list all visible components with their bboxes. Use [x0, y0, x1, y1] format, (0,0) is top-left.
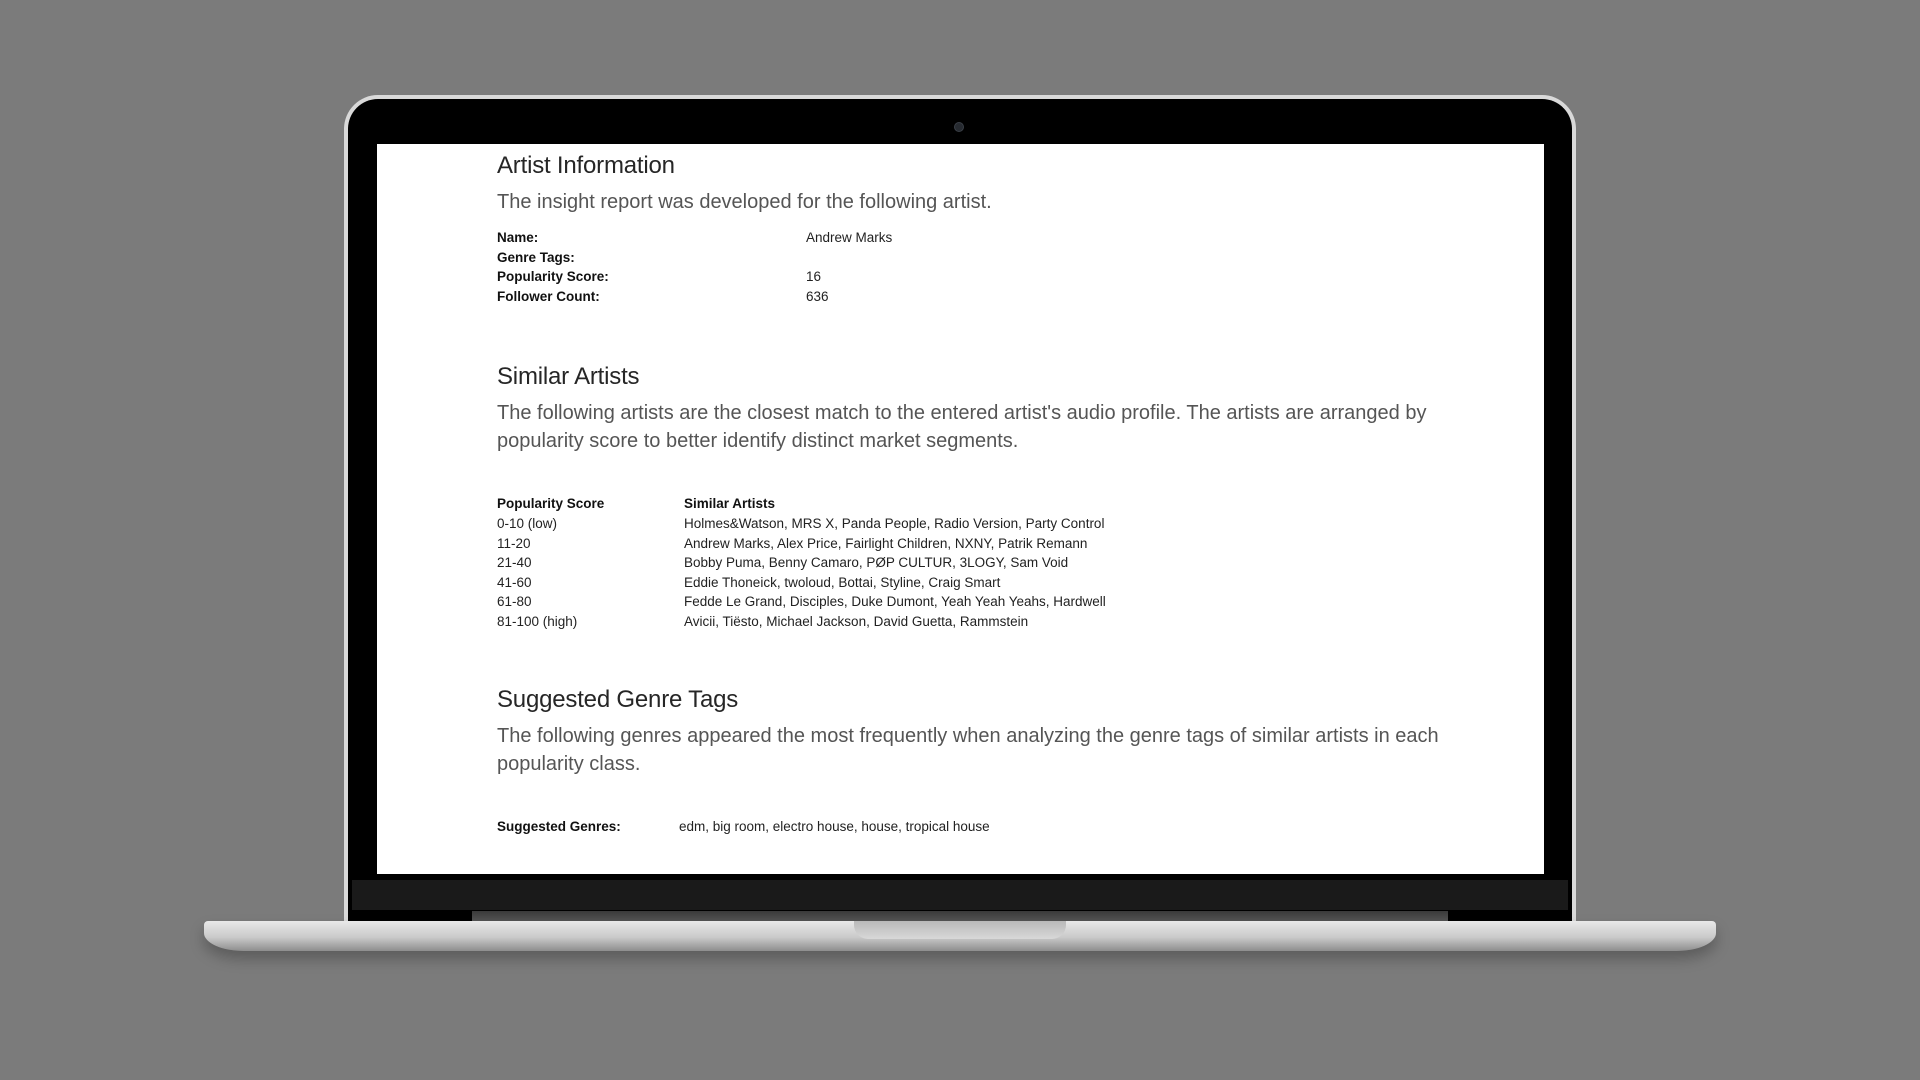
table-row: 21-40 Bobby Puma, Benny Camaro, PØP CULT… [497, 553, 1106, 573]
artist-info-lead: The insight report was developed for the… [497, 191, 992, 213]
genre-tags-lead: The following genres appeared the most f… [497, 724, 1439, 775]
laptop-notch [854, 921, 1066, 939]
report-content: Artist Information The insight report wa… [497, 144, 1457, 836]
similar-artists-lead: The following artists are the closest ma… [497, 402, 1427, 453]
table-row: 81-100 (high) Avicii, Tiësto, Michael Ja… [497, 612, 1106, 632]
artist-list: Holmes&Watson, MRS X, Panda People, Radi… [684, 515, 1105, 531]
field-label: Follower Count: [497, 288, 600, 304]
table-header-row: Popularity Score Similar Artists [497, 494, 1106, 514]
similar-artists-title: Similar Artists [497, 363, 640, 391]
suggested-genres-label: Suggested Genres: [497, 818, 621, 834]
laptop-bezel-bottom [352, 880, 1568, 910]
column-header: Similar Artists [684, 496, 776, 512]
field-row-popularity: Popularity Score: 16 [497, 267, 1457, 287]
table-row: 41-60 Eddie Thoneick, twoloud, Bottai, S… [497, 573, 1106, 593]
field-row-genre-tags: Genre Tags: [497, 248, 1457, 268]
field-value: 636 [806, 288, 829, 304]
artist-info-title: Artist Information [497, 152, 675, 179]
suggested-genres-row: Suggested Genres: edm, big room, electro… [497, 817, 1457, 837]
genre-tags-section: Suggested Genre Tags The following genre… [497, 686, 1457, 837]
popularity-range: 0-10 (low) [497, 515, 558, 531]
table-row: 61-80 Fedde Le Grand, Disciples, Duke Du… [497, 592, 1106, 612]
field-value: Andrew Marks [806, 230, 893, 245]
artist-info-fields: Name: Andrew Marks Genre Tags: Popularit… [497, 228, 1457, 306]
artist-list: Fedde Le Grand, Disciples, Duke Dumont, … [684, 594, 1106, 610]
field-row-followers: Follower Count: 636 [497, 287, 1457, 307]
column-header: Popularity Score [497, 496, 605, 512]
field-label: Name: [497, 230, 539, 245]
table-row: 0-10 (low) Holmes&Watson, MRS X, Panda P… [497, 514, 1106, 534]
genre-tags-title: Suggested Genre Tags [497, 685, 739, 713]
artist-list: Andrew Marks, Alex Price, Fairlight Chil… [684, 535, 1088, 551]
popularity-range: 11-20 [497, 535, 531, 551]
artist-list: Bobby Puma, Benny Camaro, PØP CULTUR, 3L… [684, 555, 1069, 571]
table-row: 11-20 Andrew Marks, Alex Price, Fairligh… [497, 534, 1106, 554]
similar-artists-section: Similar Artists The following artists ar… [497, 363, 1457, 631]
camera-icon [954, 122, 964, 132]
screen: Artist Information The insight report wa… [377, 144, 1544, 874]
artist-list: Avicii, Tiësto, Michael Jackson, David G… [684, 613, 1029, 629]
popularity-range: 21-40 [497, 555, 532, 571]
laptop-hinge [472, 911, 1448, 921]
popularity-range: 41-60 [497, 574, 532, 590]
suggested-genres-value: edm, big room, electro house, house, tro… [679, 818, 990, 834]
field-label: Popularity Score: [497, 269, 609, 285]
similar-artists-table: Popularity Score Similar Artists 0-10 (l… [497, 494, 1106, 631]
field-value: 16 [806, 269, 822, 285]
artist-info-section: Artist Information The insight report wa… [497, 152, 1457, 306]
popularity-range: 61-80 [497, 594, 532, 610]
artist-list: Eddie Thoneick, twoloud, Bottai, Styline… [684, 574, 1001, 590]
field-label: Genre Tags: [497, 249, 575, 265]
popularity-range: 81-100 (high) [497, 613, 578, 629]
field-row-name: Name: Andrew Marks [497, 228, 1457, 248]
